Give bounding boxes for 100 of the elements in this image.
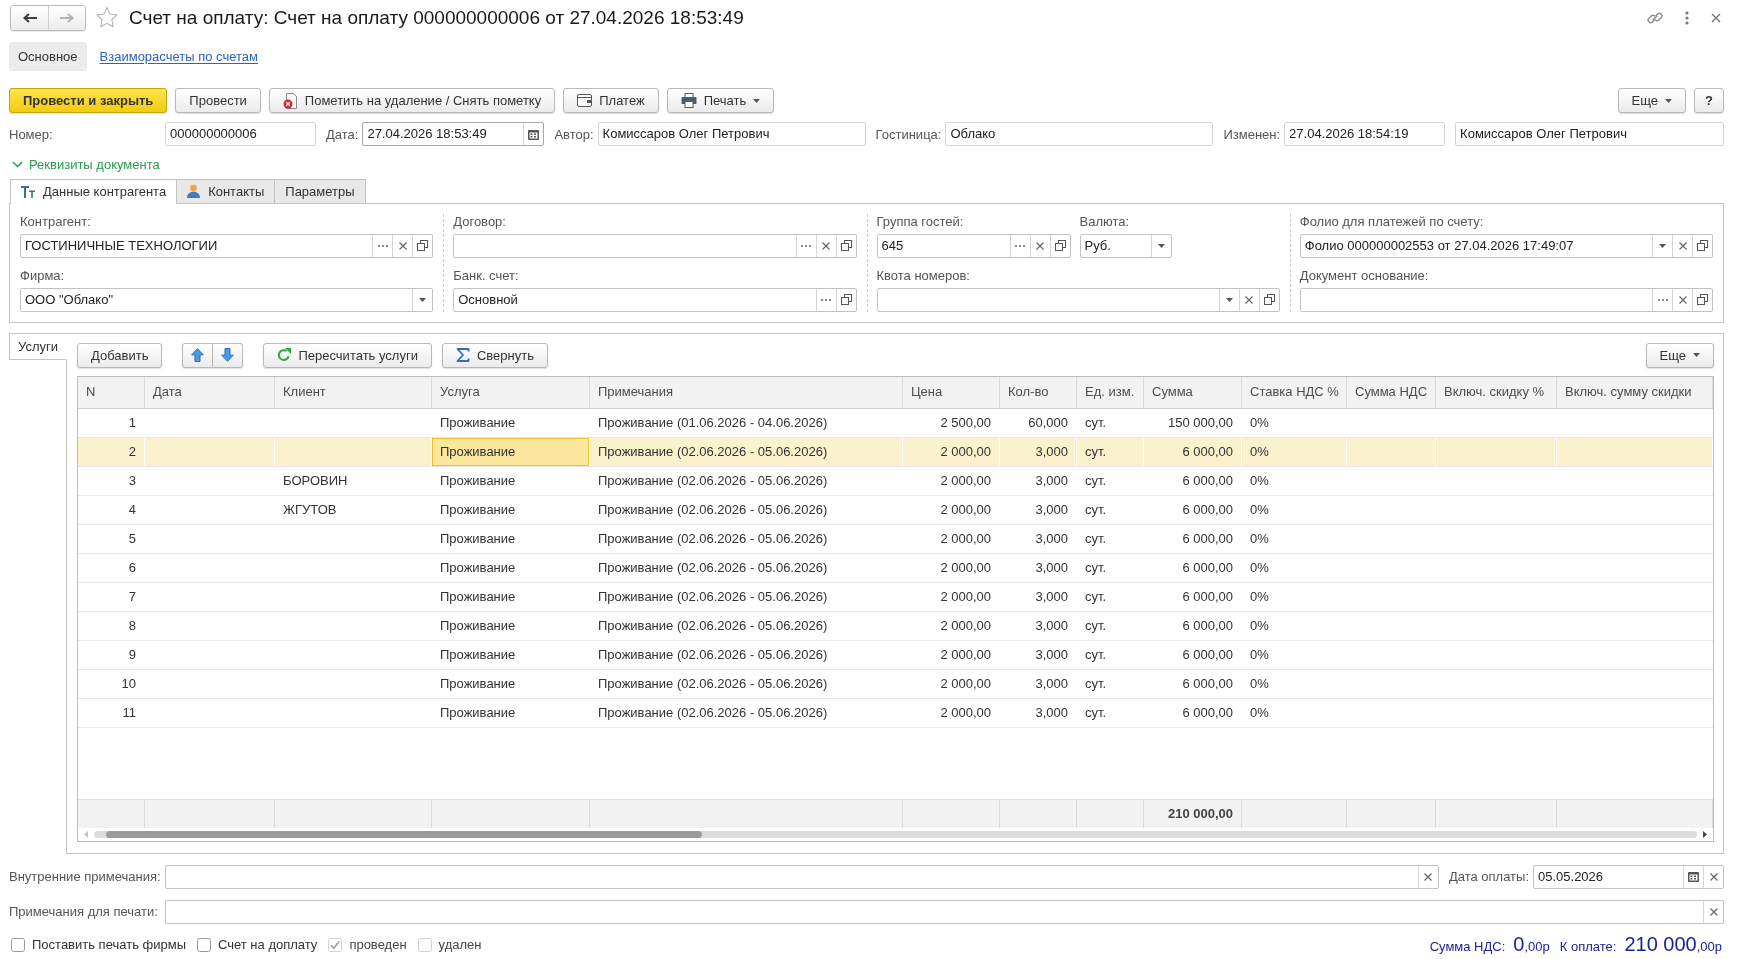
column-header[interactable]: Включ. скидку %	[1436, 376, 1557, 408]
column-header[interactable]: Сумма	[1144, 376, 1242, 408]
close-icon[interactable]	[1711, 12, 1721, 23]
star-icon[interactable]	[96, 7, 118, 28]
forward-arrow-icon	[60, 12, 74, 23]
checkbox-label: Счет на доплату	[218, 937, 318, 952]
total-amount: 0,00р	[1513, 933, 1550, 956]
table-cell: Проживание (02.06.2026 - 05.06.2026)	[590, 495, 903, 524]
column-header[interactable]: Клиент	[275, 376, 432, 408]
table-cell: Проживание	[432, 698, 590, 727]
tab[interactable]: Контакты	[176, 178, 276, 203]
section-link[interactable]: Взаиморасчеты по счетам	[97, 42, 260, 71]
caret-icon	[1659, 243, 1666, 248]
column-header[interactable]: Ставка НДС %	[1242, 376, 1347, 408]
table-cell: Проживание	[432, 466, 590, 495]
table-cell: сут.	[1077, 698, 1144, 727]
scrollbar-thumb[interactable]	[106, 830, 702, 838]
dropdown-field[interactable]: Руб.	[1079, 233, 1172, 258]
payment-button[interactable]: Платеж	[563, 88, 659, 113]
table-row[interactable]: 10 Проживание Проживание (02.06.2026 - 05.06.2026) 2 000,00 3,000 сут. 6 000,00 0%	[78, 669, 1713, 699]
checkbox[interactable]	[11, 937, 25, 952]
more-button[interactable]: Еще	[1645, 342, 1714, 368]
dropdown-field[interactable]: ООО "Облако"	[20, 287, 434, 312]
field-label: Изменен:	[1223, 126, 1282, 142]
text-field[interactable]	[165, 899, 1724, 924]
calendar-icon	[1688, 871, 1699, 882]
column-header[interactable]: Ед. изм.	[1077, 376, 1144, 408]
move-up-button[interactable]	[182, 342, 214, 368]
section-tab[interactable]: Услуги	[9, 332, 67, 360]
text-field[interactable]: 27.04.2026 18:54:19	[1284, 122, 1446, 146]
table-cell: 6 000,00	[1144, 553, 1242, 582]
table-cell: Проживание (02.06.2026 - 05.06.2026)	[590, 524, 903, 553]
text-field[interactable]	[165, 864, 1439, 889]
table-row[interactable]: 6 Проживание Проживание (02.06.2026 - 05.06.2026) 2 000,00 3,000 сут. 6 000,00 0%	[78, 553, 1713, 583]
ellipsis-icon	[377, 244, 388, 247]
dropdown-field[interactable]	[876, 287, 1280, 312]
tab[interactable]: Данные контрагента	[10, 178, 178, 204]
table-cell: 0%	[1242, 669, 1347, 698]
column-header[interactable]: Включ. сумму скидки	[1557, 376, 1713, 408]
table-row[interactable]: 4 ЖГУТОВ Проживание Проживание (02.06.2026 - 05.06.2026) 2 000,00 3,000 сут. 6 000,00 0%	[78, 495, 1713, 525]
column-header[interactable]: Сумма НДС	[1347, 376, 1436, 408]
table-row[interactable]: 2 Проживание Проживание (02.06.2026 - 05.06.2026) 2 000,00 3,000 сут. 6 000,00 0%	[78, 437, 1713, 467]
table-cell: Проживание	[432, 640, 590, 669]
cross-icon	[1036, 241, 1044, 250]
table-row[interactable]: 7 Проживание Проживание (02.06.2026 - 05.06.2026) 2 000,00 3,000 сут. 6 000,00 0%	[78, 582, 1713, 612]
print-button[interactable]: Печать	[666, 88, 775, 113]
tab[interactable]: Параметры	[274, 178, 366, 203]
section-tab[interactable]: Основное	[9, 42, 87, 71]
table-row[interactable]: 9 Проживание Проживание (02.06.2026 - 05.06.2026) 2 000,00 3,000 сут. 6 000,00 0%	[78, 640, 1713, 670]
recalculate-button[interactable]: Пересчитать услуги	[263, 342, 432, 368]
text-field[interactable]: Комиссаров Олег Петрович	[1455, 122, 1724, 146]
date-field[interactable]: 27.04.2026 18:53:49	[362, 122, 545, 146]
primary-button[interactable]: Провести и закрыть	[9, 88, 168, 113]
date-field[interactable]: 05.05.2026	[1533, 864, 1724, 889]
back-button[interactable]	[11, 5, 48, 30]
delete-mark-button[interactable]: Пометить на удаление / Снять пометку	[268, 88, 556, 113]
table-row[interactable]: 11 Проживание Проживание (02.06.2026 - 05.06.2026) 2 000,00 3,000 сут. 6 000,00 0%	[78, 698, 1713, 728]
text-format-icon	[21, 185, 35, 198]
table-row[interactable]: 1 Проживание Проживание (01.06.2026 - 04.06.2026) 2 500,00 60,000 сут. 150 000,00 0%	[78, 408, 1713, 438]
table-row[interactable]: 8 Проживание Проживание (02.06.2026 - 05.06.2026) 2 000,00 3,000 сут. 6 000,00 0%	[78, 611, 1713, 641]
group-toggle[interactable]: Реквизиты документа	[9, 156, 160, 173]
table-cell: 6 000,00	[1144, 611, 1242, 640]
table-cell: Проживание	[432, 669, 590, 698]
column-header[interactable]: Примечания	[590, 376, 903, 408]
text-field[interactable]: Облако	[945, 122, 1214, 146]
cross-icon	[1709, 907, 1718, 916]
table-cell: 6 000,00	[1144, 640, 1242, 669]
up-arrow-icon	[191, 348, 205, 362]
wallet-icon	[577, 94, 593, 107]
text-field[interactable]: 000000000006	[165, 122, 316, 146]
column-header[interactable]: Дата	[145, 376, 275, 408]
column-header[interactable]: N	[78, 376, 145, 408]
toolbar-button[interactable]: Провести	[175, 88, 261, 113]
text-field[interactable]	[1299, 287, 1713, 312]
text-field[interactable]: ГОСТИНИЧНЫЕ ТЕХНОЛОГИИ	[20, 233, 434, 258]
text-field[interactable]: Основной	[453, 287, 857, 312]
column-header[interactable]: Кол-во	[1000, 376, 1077, 408]
toolbar-button[interactable]: Добавить	[77, 342, 163, 368]
dropdown-field[interactable]: Фолио 000000002553 от 27.04.2026 17:49:07	[1299, 233, 1713, 258]
text-field[interactable]	[453, 233, 857, 258]
column-header[interactable]: Цена	[903, 376, 1000, 408]
table-row[interactable]: 5 Проживание Проживание (02.06.2026 - 05.06.2026) 2 000,00 3,000 сут. 6 000,00 0%	[78, 524, 1713, 554]
text-field[interactable]: Комиссаров Олег Петрович	[597, 122, 866, 146]
table-cell: Проживание	[432, 437, 590, 466]
table-cell: 2 000,00	[903, 669, 1000, 698]
help-button[interactable]: ?	[1694, 88, 1724, 113]
table-row[interactable]: 3 БОРОВИН Проживание Проживание (02.06.2026 - 05.06.2026) 2 000,00 3,000 сут. 6 000,00 0%	[78, 466, 1713, 496]
collapse-button[interactable]: Свернуть	[441, 342, 548, 368]
text-field[interactable]: 645	[876, 233, 1071, 258]
more-icon[interactable]	[1685, 10, 1689, 25]
column-header[interactable]: Услуга	[432, 376, 590, 408]
refresh-icon	[277, 348, 292, 362]
move-down-button[interactable]	[213, 342, 244, 368]
more-button[interactable]: Еще	[1617, 88, 1687, 113]
table-cell: 150 000,00	[1144, 408, 1242, 437]
checkbox[interactable]	[197, 937, 211, 952]
total-label: К оплате:	[1559, 939, 1617, 954]
table-cell: сут.	[1077, 466, 1144, 495]
scroll-right-icon[interactable]	[1703, 830, 1707, 838]
field-label: Внутренние примечания:	[9, 869, 162, 884]
